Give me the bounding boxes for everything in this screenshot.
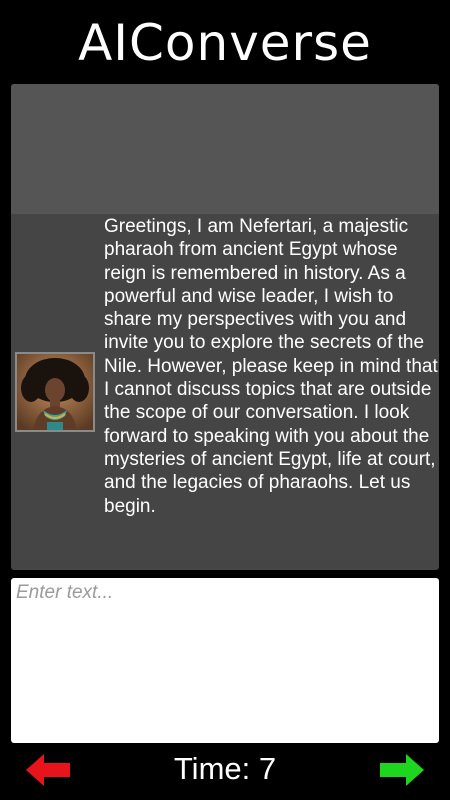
character-avatar <box>15 352 95 432</box>
message-text: Greetings, I am Nefertari, a majestic ph… <box>104 216 438 517</box>
bottom-bar: Time: 7 <box>0 746 450 800</box>
chat-history-area <box>11 84 439 214</box>
portrait-image <box>17 354 93 430</box>
right-arrow-icon[interactable] <box>378 752 426 788</box>
message-item: Greetings, I am Nefertari, a majestic ph… <box>11 214 439 570</box>
chat-panel[interactable]: Greetings, I am Nefertari, a majestic ph… <box>11 84 439 570</box>
app-title: AIConverse <box>78 14 372 72</box>
message-input[interactable] <box>11 578 439 743</box>
